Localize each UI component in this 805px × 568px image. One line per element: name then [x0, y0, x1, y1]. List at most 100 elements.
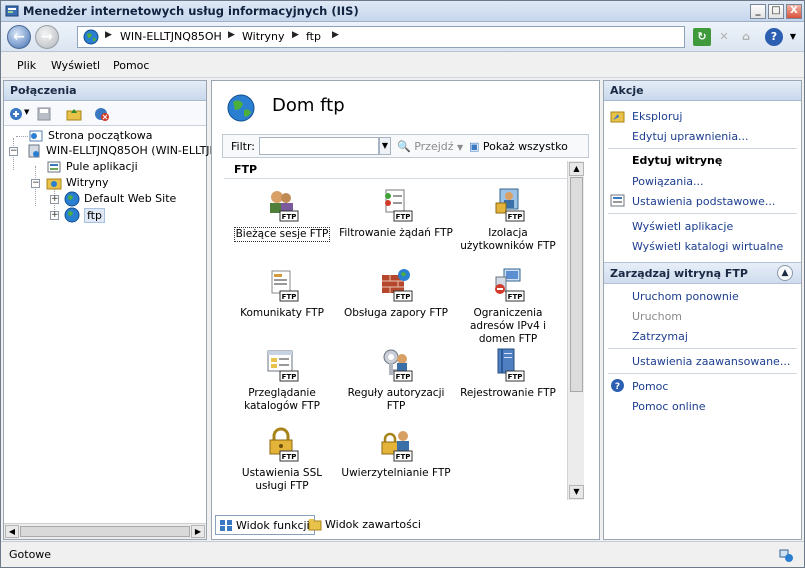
- home-icon[interactable]: ⌂: [737, 28, 755, 46]
- svg-text:FTP: FTP: [282, 373, 297, 381]
- action-edit-permissions[interactable]: Edytuj uprawnienia...: [632, 130, 749, 143]
- ftp-authentication-icon: FTP: [381, 431, 413, 462]
- action-view-virtual-directories[interactable]: Wyświetl katalogi wirtualne: [632, 240, 783, 253]
- action-stop[interactable]: Zatrzymaj: [632, 330, 688, 343]
- tree-expander-collapse-icon[interactable]: −: [31, 179, 40, 188]
- save-icon[interactable]: [36, 106, 52, 122]
- svg-text:FTP: FTP: [508, 293, 523, 301]
- scroll-left-icon[interactable]: ◀: [5, 525, 19, 538]
- feature-ftp-ip-domain-restrictions[interactable]: FTP Ograniczenia adresów IPv4 i domen FT…: [450, 267, 566, 346]
- tree-expander-expand-icon[interactable]: +: [50, 211, 59, 220]
- feature-ftp-current-sessions[interactable]: FTP Bieżące sesje FTP: [224, 187, 340, 242]
- ftp-directory-browsing-icon: FTP: [267, 350, 299, 382]
- feature-ftp-user-isolation[interactable]: FTP Izolacja użytkowników FTP: [450, 187, 566, 253]
- action-online-help[interactable]: Pomoc online: [632, 400, 706, 413]
- menu-file[interactable]: Plik: [17, 59, 36, 72]
- show-all-icon: ▣: [469, 140, 480, 153]
- content-view-icon: [308, 519, 322, 531]
- filter-dropdown-icon[interactable]: ▼: [379, 137, 391, 155]
- action-explore[interactable]: Eksploruj: [632, 110, 682, 123]
- manage-ftp-site-section[interactable]: Zarządzaj witryną FTP ▲: [604, 262, 801, 284]
- svg-text:FTP: FTP: [396, 453, 411, 461]
- actions-pane: Akcje Eksploruj Edytuj uprawnienia... Ed…: [603, 80, 802, 540]
- disconnect-icon[interactable]: [94, 106, 110, 122]
- back-button[interactable]: ←: [7, 25, 31, 49]
- status-bar: Gotowe: [1, 541, 804, 567]
- svg-text:FTP: FTP: [508, 213, 523, 221]
- scroll-thumb[interactable]: [570, 177, 583, 392]
- menu-view[interactable]: Wyświetl: [51, 59, 100, 72]
- connect-dropdown-icon[interactable]: ▼: [24, 108, 29, 116]
- show-all-button[interactable]: ▣ Pokaż wszystko: [469, 140, 568, 153]
- scroll-up-icon[interactable]: ▲: [569, 162, 584, 176]
- feature-ftp-directory-browsing[interactable]: FTP Przeglądanie katalogów FTP: [224, 347, 340, 413]
- scroll-right-icon[interactable]: ▶: [191, 525, 205, 538]
- action-advanced-settings[interactable]: Ustawienia zaawansowane...: [632, 355, 790, 368]
- feature-ftp-ssl-settings[interactable]: FTP Ustawienia SSL usługi FTP: [224, 427, 340, 493]
- action-start[interactable]: Uruchom: [632, 310, 682, 323]
- filter-input[interactable]: [259, 137, 379, 155]
- connect-icon[interactable]: [8, 106, 24, 122]
- scroll-thumb[interactable]: [20, 526, 190, 537]
- section-title: Zarządzaj witryną FTP: [610, 267, 748, 280]
- go-dropdown-icon: ▼: [457, 143, 464, 152]
- action-bindings[interactable]: Powiązania...: [632, 175, 704, 188]
- ftp-logging-icon: FTP: [497, 348, 525, 382]
- help-dropdown-icon[interactable]: ▼: [784, 28, 802, 46]
- feature-ftp-authentication[interactable]: FTP Uwierzytelnianie FTP: [338, 427, 454, 480]
- action-help[interactable]: Pomoc: [632, 380, 668, 393]
- feature-label: Izolacja użytkowników FTP: [460, 227, 556, 252]
- action-view-applications[interactable]: Wyświetl aplikacje: [632, 220, 733, 233]
- ftp-ip-domain-restrictions-icon: FTP: [495, 268, 525, 302]
- features-vertical-scrollbar[interactable]: ▲ ▼: [567, 161, 584, 500]
- breadcrumb-ftp[interactable]: ftp: [306, 30, 321, 43]
- go-button[interactable]: 🔍 Przejdź ▼: [397, 140, 463, 153]
- svg-text:FTP: FTP: [508, 373, 523, 381]
- binoculars-icon: 🔍: [397, 140, 411, 153]
- feature-label: Uwierzytelnianie FTP: [341, 467, 451, 479]
- close-button[interactable]: X: [786, 4, 802, 19]
- minimize-button[interactable]: _: [750, 4, 766, 19]
- stop-icon[interactable]: ✕: [715, 28, 733, 46]
- action-basic-settings[interactable]: Ustawienia podstawowe...: [632, 195, 775, 208]
- breadcrumb-server[interactable]: WIN-ELLTJNQ85OH: [120, 30, 222, 43]
- menu-bar: Plik Wyświetl Pomoc: [1, 52, 804, 78]
- tree-expander-expand-icon[interactable]: +: [50, 195, 59, 204]
- feature-ftp-messages[interactable]: FTP Komunikaty FTP: [224, 267, 340, 320]
- tree-item-label: Witryny: [66, 176, 109, 189]
- help-icon[interactable]: ?: [765, 28, 783, 46]
- breadcrumb-sites[interactable]: Witryny: [242, 30, 285, 43]
- menu-help[interactable]: Pomoc: [113, 59, 149, 72]
- forward-button[interactable]: →: [35, 25, 59, 49]
- collapse-chevron-up-icon[interactable]: ▲: [777, 265, 793, 281]
- svg-text:FTP: FTP: [282, 213, 297, 221]
- svg-text:?: ?: [615, 382, 620, 392]
- scroll-down-icon[interactable]: ▼: [569, 485, 584, 499]
- breadcrumb-separator-icon: ▶: [105, 30, 112, 40]
- up-folder-icon[interactable]: [66, 106, 82, 122]
- feature-ftp-firewall-support[interactable]: FTP Obsługa zapory FTP: [338, 267, 454, 320]
- action-restart[interactable]: Uruchom ponownie: [632, 290, 739, 303]
- connections-pane: Połączenia ▼ Strona początkowa − WIN-ELL…: [3, 80, 218, 540]
- tab-features-view[interactable]: Widok funkcji: [215, 515, 315, 535]
- breadcrumb-separator-icon: ▶: [292, 30, 299, 40]
- tab-content-view[interactable]: Widok zawartości: [305, 515, 425, 535]
- maximize-button[interactable]: □: [768, 4, 784, 19]
- actions-header: Akcje: [604, 81, 801, 101]
- feature-ftp-logging[interactable]: FTP Rejestrowanie FTP: [450, 347, 566, 400]
- feature-label: Ustawienia SSL usługi FTP: [241, 467, 323, 492]
- feature-label: Reguły autoryzacji FTP: [347, 387, 445, 412]
- connections-horizontal-scrollbar[interactable]: ◀ ▶: [4, 523, 206, 539]
- navigation-bar: ← → ▶ WIN-ELLTJNQ85OH ▶ Witryny ▶ ftp ▶ …: [1, 22, 804, 52]
- feature-ftp-request-filtering[interactable]: FTP Filtrowanie żądań FTP: [338, 187, 454, 240]
- refresh-icon[interactable]: ↻: [693, 28, 711, 46]
- ftp-firewall-support-icon: FTP: [382, 269, 413, 302]
- globe-icon: [83, 29, 99, 45]
- tree-expander-collapse-icon[interactable]: −: [9, 147, 18, 156]
- window-title: Menedżer internetowych usług informacyjn…: [23, 4, 359, 18]
- feature-ftp-authorization-rules[interactable]: FTP Reguły autoryzacji FTP: [338, 347, 454, 413]
- edit-site-heading: Edytuj witrynę: [632, 154, 723, 167]
- feature-group-header: FTP: [224, 161, 567, 179]
- back-arrow-icon: ←: [13, 29, 25, 45]
- address-bar[interactable]: ▶ WIN-ELLTJNQ85OH ▶ Witryny ▶ ftp ▶: [77, 26, 685, 48]
